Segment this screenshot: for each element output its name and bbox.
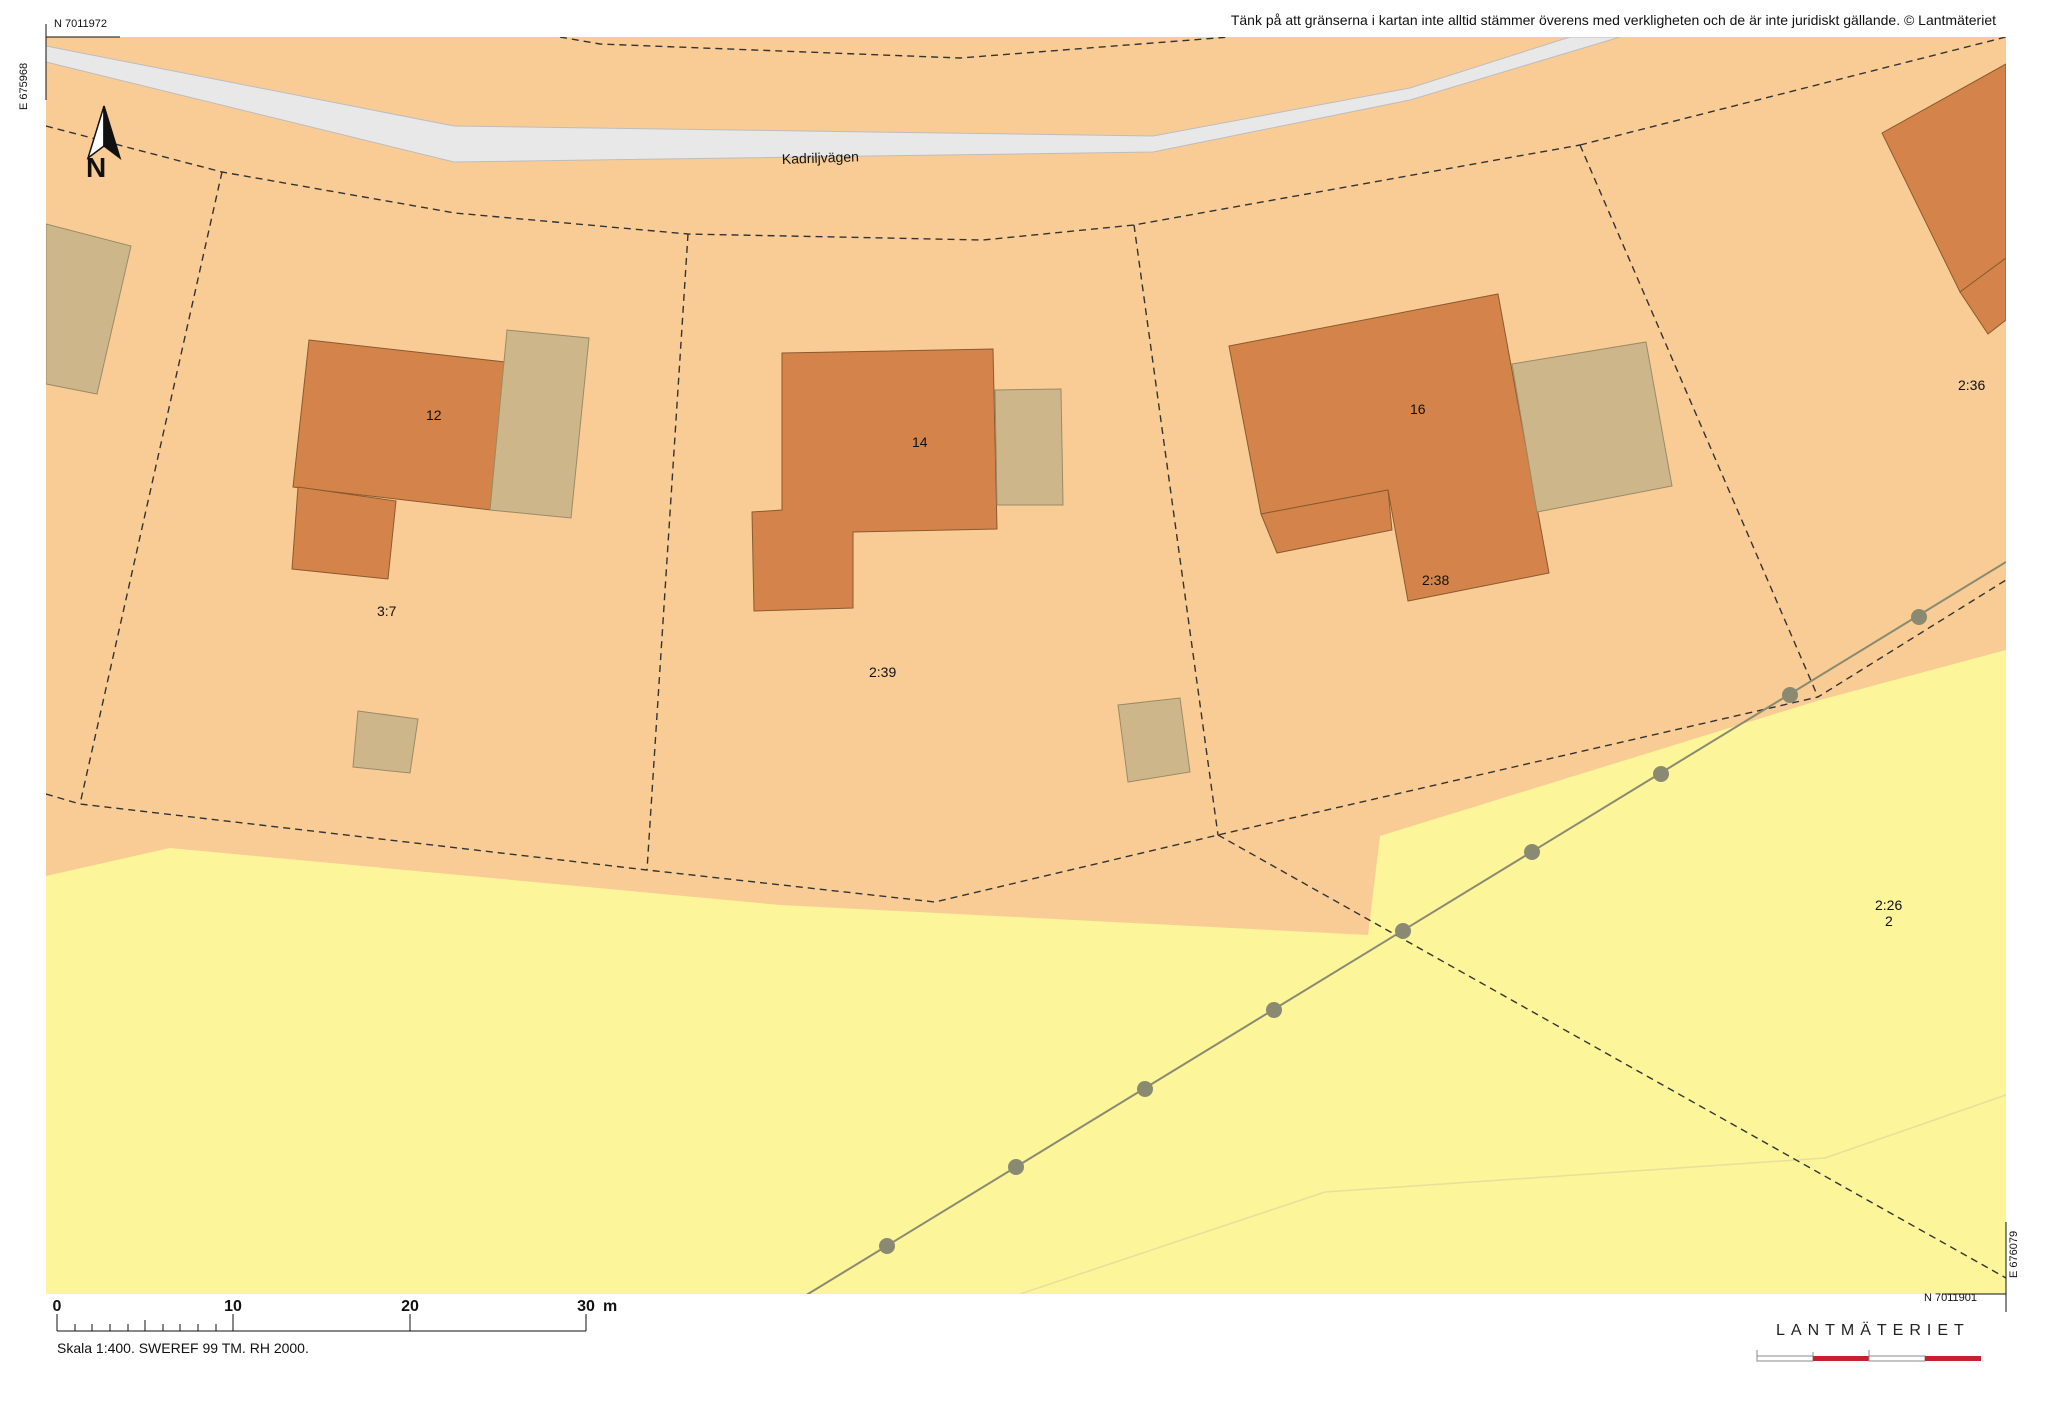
power-pole[interactable] [1137,1081,1153,1097]
coord-east-top: E 675968 [18,62,30,110]
power-pole[interactable] [1653,766,1669,782]
scale-tick-0: 0 [52,1298,62,1315]
parcel-label-2-38: 2:38 [1422,572,1449,588]
scale-tick-10: 10 [224,1298,242,1315]
brand-logo-bar [1756,1350,1981,1362]
map-frame: Kadriljvägen 12 14 16 3:7 2:39 2:38 2:36… [46,37,2006,1294]
brand-name: LANTMÄTERIET [1776,1322,1970,1339]
building-garage-16[interactable] [1511,341,1673,513]
building-garage-12[interactable] [489,329,590,519]
power-pole[interactable] [1395,923,1411,939]
scale-tick-20: 20 [401,1298,419,1315]
parcel-label-3-7: 3:7 [377,603,397,619]
coord-north-top: N 7011972 [54,18,108,30]
disclaimer-text: Tänk på att gränserna i kartan inte allt… [1230,12,1996,28]
coord-east-bottom: E 676079 [2008,1230,2020,1278]
map-canvas[interactable]: Kadriljvägen 12 14 16 3:7 2:39 2:38 2:36… [0,0,2048,1405]
coord-north-bottom: N 7011901 [1924,1292,1978,1304]
power-pole[interactable] [1911,609,1927,625]
power-pole[interactable] [1266,1002,1282,1018]
building-shed-14[interactable] [1117,697,1191,783]
building-house-12[interactable] [292,339,506,511]
parcel-label-2-26: 2:26 [1875,897,1902,913]
building-number-12: 12 [426,407,442,423]
building-number-14: 14 [912,434,928,450]
building-shed-12[interactable] [352,710,419,774]
power-pole[interactable] [1008,1159,1024,1175]
parcel-label-2-39: 2:39 [869,664,896,680]
power-pole[interactable] [1524,844,1540,860]
building-garage-14[interactable] [994,388,1064,506]
scale-tick-30: 30 [577,1298,595,1315]
power-pole[interactable] [1782,687,1798,703]
north-arrow-label: N [86,152,107,183]
power-pole[interactable] [879,1238,895,1254]
scale-bar [56,1314,587,1332]
parcel-label-2-36: 2:36 [1958,377,1985,393]
building-number-16: 16 [1410,401,1426,417]
parcel-sublabel-2-26: 2 [1885,913,1893,929]
building-house-12-annex[interactable] [291,486,397,580]
scale-caption: Skala 1:400. SWEREF 99 TM. RH 2000. [57,1340,309,1356]
road-label: Kadriljvägen [782,148,860,167]
scale-unit: m [603,1298,618,1315]
